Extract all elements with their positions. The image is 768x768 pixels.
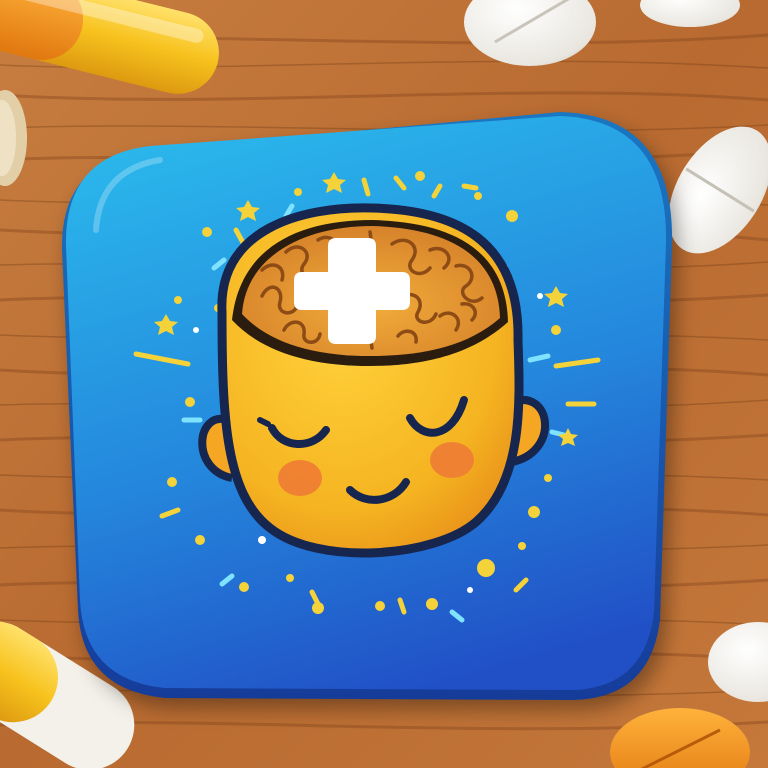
left-cheek [278, 460, 322, 496]
app-icon-scene [0, 0, 768, 768]
right-cheek [430, 442, 474, 478]
